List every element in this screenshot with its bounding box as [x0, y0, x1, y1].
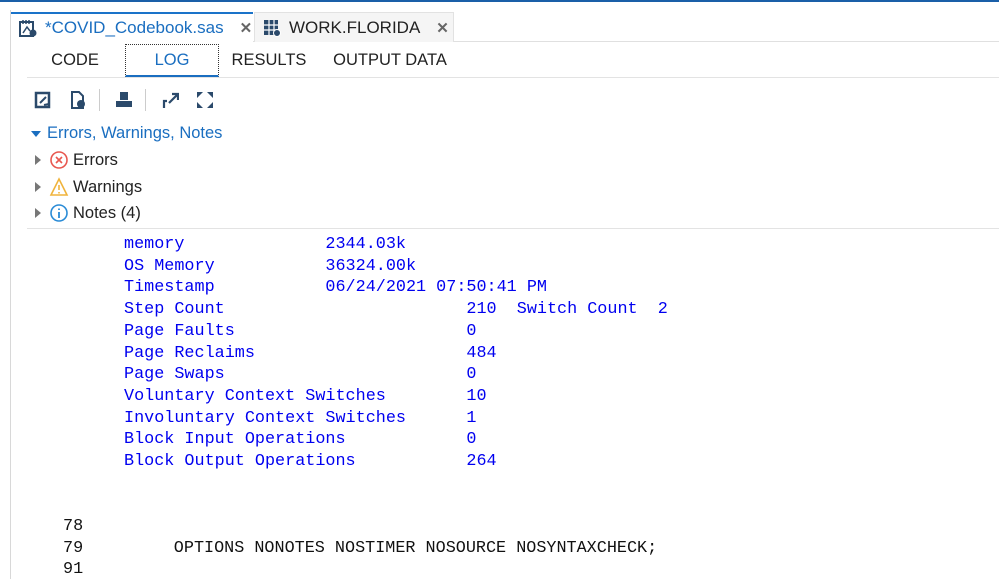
tab-label: WORK.FLORIDA [289, 17, 421, 37]
code-line: 91 [63, 559, 657, 581]
warning-icon [49, 177, 69, 196]
line-number: 78 [63, 517, 84, 536]
tab-covid-codebook[interactable]: *COVID_Codebook.sas ✕ [11, 12, 253, 42]
tab-results[interactable]: RESULTS [227, 44, 311, 77]
code-line: 78 [63, 516, 657, 538]
download-log-icon[interactable] [68, 90, 88, 110]
error-icon [50, 151, 68, 169]
code-text: OPTIONS NONOTES NOSTIMER NOSOURCE NOSYNT… [173, 538, 658, 558]
warnings-label: Warnings [73, 177, 143, 196]
line-number: 91 [63, 560, 84, 580]
subtab-bar: CODE LOG RESULTS OUTPUT DATA [27, 44, 999, 78]
notes-item[interactable]: Notes (4) [35, 203, 141, 223]
toolbar-divider [99, 89, 100, 111]
log-line: Block Input Operations 0 [124, 430, 477, 450]
log-line: Block Output Operations 264 [124, 452, 497, 472]
log-line: Step Count 210 Switch Count 2 [124, 300, 668, 320]
tab-output-data[interactable]: OUTPUT DATA [325, 44, 455, 77]
notes-label: Notes (4) [73, 203, 141, 222]
errors-label: Errors [73, 150, 118, 169]
log-line: memory 2344.03k [124, 235, 406, 254]
log-line: Page Swaps 0 [124, 365, 477, 385]
errors-warnings-notes-header[interactable]: Errors, Warnings, Notes [31, 124, 222, 143]
toolbar-divider [145, 89, 146, 111]
ewn-title: Errors, Warnings, Notes [47, 124, 223, 142]
errors-item[interactable]: Errors [35, 150, 118, 170]
log-toolbar [33, 88, 230, 112]
line-number: 79 [63, 538, 84, 558]
caret-right-icon [35, 182, 41, 192]
log-line: Page Faults 0 [124, 321, 477, 341]
left-border [10, 10, 11, 579]
panel-divider [27, 228, 999, 229]
caret-right-icon [35, 208, 41, 218]
maximize-icon[interactable] [195, 90, 215, 110]
log-source-lines: 78 79 OPTIONS NONOTES NOSTIMER NOSOURCE … [63, 516, 657, 581]
log-line: Page Reclaims 484 [124, 343, 497, 363]
tab-code[interactable]: CODE [37, 44, 113, 77]
sas-program-icon [19, 20, 37, 37]
log-output: memory 2344.03k OS Memory 36324.00k Timest… [124, 234, 668, 473]
caret-down-icon [31, 130, 41, 137]
table-icon [264, 19, 281, 37]
window-top-border [0, 0, 999, 2]
caret-right-icon [35, 155, 41, 165]
editor-tab-bar: *COVID_Codebook.sas ✕ WORK.FLORIDA ✕ [11, 10, 999, 42]
tab-work-florida[interactable]: WORK.FLORIDA ✕ [254, 12, 454, 42]
info-icon [50, 204, 68, 222]
log-line: Timestamp 06/24/2021 07:50:41 PM [124, 278, 547, 298]
save-log-icon[interactable] [33, 90, 53, 110]
tab-log[interactable]: LOG [125, 44, 219, 77]
warnings-item[interactable]: Warnings [35, 177, 142, 197]
tab-label: *COVID_Codebook.sas [45, 18, 224, 37]
code-line: 79 OPTIONS NONOTES NOSTIMER NOSOURCE NOS… [63, 538, 657, 560]
log-line: Involuntary Context Switches 1 [124, 408, 477, 428]
log-line: Voluntary Context Switches 10 [124, 386, 487, 406]
print-icon[interactable] [114, 90, 134, 110]
popout-icon[interactable] [160, 90, 180, 110]
close-icon[interactable]: ✕ [240, 19, 253, 37]
log-line: OS Memory 36324.00k [124, 256, 417, 276]
close-icon[interactable]: ✕ [436, 19, 449, 37]
